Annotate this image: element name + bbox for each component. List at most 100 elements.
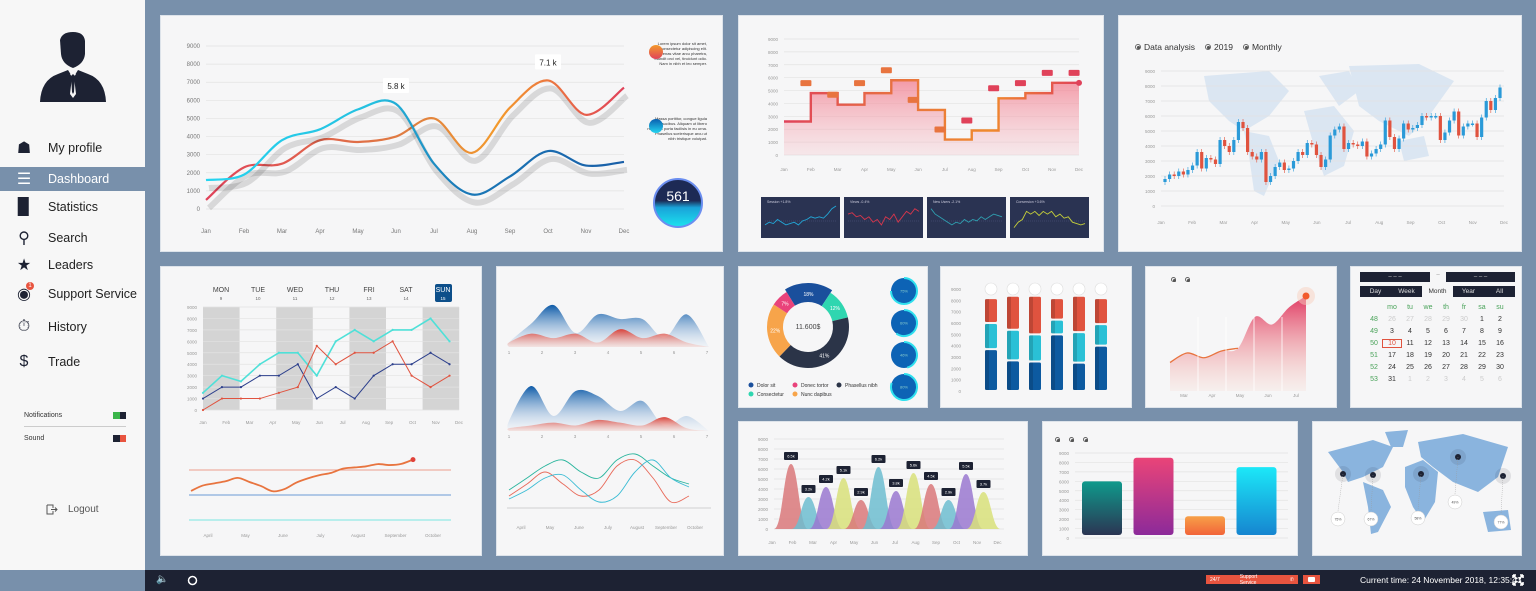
sidebar-item-support-service[interactable]: ◉ 1 Support Service [0, 282, 145, 306]
calendar-day[interactable]: 1 [1401, 376, 1419, 383]
option-data-analysis[interactable]: Data analysis [1135, 42, 1195, 52]
option-data-analysis[interactable] [1055, 437, 1063, 444]
calendar-view-day[interactable]: Day [1360, 286, 1391, 297]
calendar-day[interactable]: 30 [1491, 364, 1509, 371]
option-2018[interactable] [1171, 277, 1179, 284]
value-marker [961, 117, 973, 124]
calendar-day[interactable]: 6 [1437, 328, 1455, 335]
day-name: MON [213, 287, 229, 294]
x-tick-label: Apr [1208, 393, 1216, 398]
calendar-day[interactable]: 18 [1401, 352, 1419, 359]
calendar-day[interactable]: 4 [1401, 328, 1419, 335]
calendar-day[interactable]: 1 [1473, 316, 1491, 323]
notifications-toggle[interactable] [113, 412, 126, 419]
calendar-day[interactable]: 2 [1491, 316, 1509, 323]
calendar-day[interactable]: 3 [1383, 328, 1401, 335]
calendar-day[interactable]: 15 [1473, 340, 1491, 347]
dollar-icon: $ [19, 353, 29, 370]
calendar-day[interactable]: 8 [1473, 328, 1491, 335]
sidebar-item-leaders[interactable]: ★ Leaders [0, 253, 145, 277]
sidebar-item-statistics[interactable]: ▉ Statistics [0, 195, 145, 219]
sidebar-item-label: Trade [48, 355, 81, 369]
phone-icon: ✆ [1289, 576, 1294, 583]
calendar-day[interactable]: 3 [1437, 376, 1455, 383]
option-monthly[interactable]: Monthly [1242, 42, 1282, 52]
calendar-day[interactable]: 2 [1419, 376, 1437, 383]
calendar-day[interactable]: 26 [1383, 316, 1401, 323]
option-monthly[interactable] [1083, 437, 1091, 444]
calendar-day[interactable]: 30 [1455, 316, 1473, 323]
column-shade [985, 350, 989, 390]
x-tick-label: Jul [430, 229, 438, 235]
x-tick-label: 2 [541, 350, 544, 355]
calendar-day[interactable]: 23 [1491, 352, 1509, 359]
calendar-day[interactable]: 7 [1455, 328, 1473, 335]
calendar-view-month[interactable]: Month [1422, 286, 1453, 297]
calendar-day[interactable]: 24 [1383, 364, 1401, 371]
sparkline-title: Conversion +3.6% [1016, 200, 1045, 204]
calendar-day[interactable]: 22 [1473, 352, 1491, 359]
calendar-day[interactable]: 11 [1401, 340, 1419, 347]
sidebar-item-history[interactable]: ⏱ History [0, 315, 145, 339]
option-year[interactable]: 2019 [1205, 42, 1233, 52]
calendar-view-all[interactable]: All [1484, 286, 1515, 297]
slice-label: 22% [770, 329, 781, 335]
calendar-next-controls[interactable]: – – – [1446, 272, 1515, 282]
fullscreen-icon[interactable] [1512, 574, 1524, 586]
option-year[interactable] [1069, 437, 1077, 444]
calendar-day[interactable]: 17 [1383, 352, 1401, 359]
peak-label: 6.2k [875, 457, 883, 462]
y-tick-label: 2000 [758, 507, 769, 512]
calendar-day[interactable]: 28 [1455, 364, 1473, 371]
settings-icon[interactable] [187, 575, 198, 586]
legend-swatch [792, 391, 798, 397]
step-area-fill [784, 80, 1079, 155]
calendar-day[interactable]: 31 [1383, 376, 1401, 383]
data-point [258, 397, 261, 400]
sidebar-item-trade[interactable]: $ Trade [0, 350, 145, 374]
calendar-day[interactable]: 27 [1401, 316, 1419, 323]
calendar-day[interactable]: 27 [1437, 364, 1455, 371]
calendar-day[interactable]: 6 [1491, 376, 1509, 383]
sidebar-item-dashboard[interactable]: ☰ Dashboard [0, 167, 145, 191]
day-column-shade [349, 307, 386, 410]
weekday-header: th [1443, 304, 1449, 311]
calendar-day[interactable]: 29 [1473, 364, 1491, 371]
data-point [258, 374, 261, 377]
column-cap [1006, 282, 1020, 296]
candle-body [1200, 152, 1204, 169]
value-marker [1068, 69, 1080, 76]
calendar-day[interactable]: 19 [1419, 352, 1437, 359]
calendar-prev-controls[interactable]: – – – [1360, 272, 1430, 282]
calendar-day[interactable]: 26 [1419, 364, 1437, 371]
calendar-day[interactable]: 5 [1473, 376, 1491, 383]
message-button[interactable] [1303, 575, 1320, 584]
calendar-day[interactable]: 21 [1455, 352, 1473, 359]
calendar-day[interactable]: 5 [1419, 328, 1437, 335]
wave-line [508, 459, 690, 503]
calendar-day[interactable]: 12 [1419, 340, 1437, 347]
calendar-view-week[interactable]: Week [1391, 286, 1422, 297]
calendar-view-year[interactable]: Year [1453, 286, 1484, 297]
sound-toggle[interactable] [113, 435, 126, 442]
count-badge[interactable]: 561 [653, 178, 703, 228]
calendar-day[interactable]: 13 [1437, 340, 1455, 347]
calendar-day[interactable]: 28 [1419, 316, 1437, 323]
sidebar-item-search[interactable]: ⚲ Search [0, 226, 145, 250]
volume-icon[interactable]: 🔈 [156, 574, 168, 585]
logout-button[interactable]: Logout [46, 504, 99, 515]
calendar-day[interactable]: 14 [1455, 340, 1473, 347]
calendar-day[interactable]: 25 [1401, 364, 1419, 371]
calendar-day[interactable]: 10 [1382, 339, 1402, 348]
calendar-day[interactable]: 16 [1491, 340, 1509, 347]
y-tick-label: 6000 [758, 467, 769, 472]
calendar-day[interactable]: 4 [1455, 376, 1473, 383]
support-service-button[interactable]: 24/7 Support Service ✆ [1206, 574, 1298, 586]
option-monthly[interactable] [1185, 277, 1193, 284]
calendar-day[interactable]: 9 [1491, 328, 1509, 335]
sidebar-item-my-profile[interactable]: ☗ My profile [0, 136, 145, 160]
user-avatar-icon[interactable] [38, 30, 108, 102]
data-point [296, 351, 299, 354]
calendar-day[interactable]: 29 [1437, 316, 1455, 323]
calendar-day[interactable]: 20 [1437, 352, 1455, 359]
